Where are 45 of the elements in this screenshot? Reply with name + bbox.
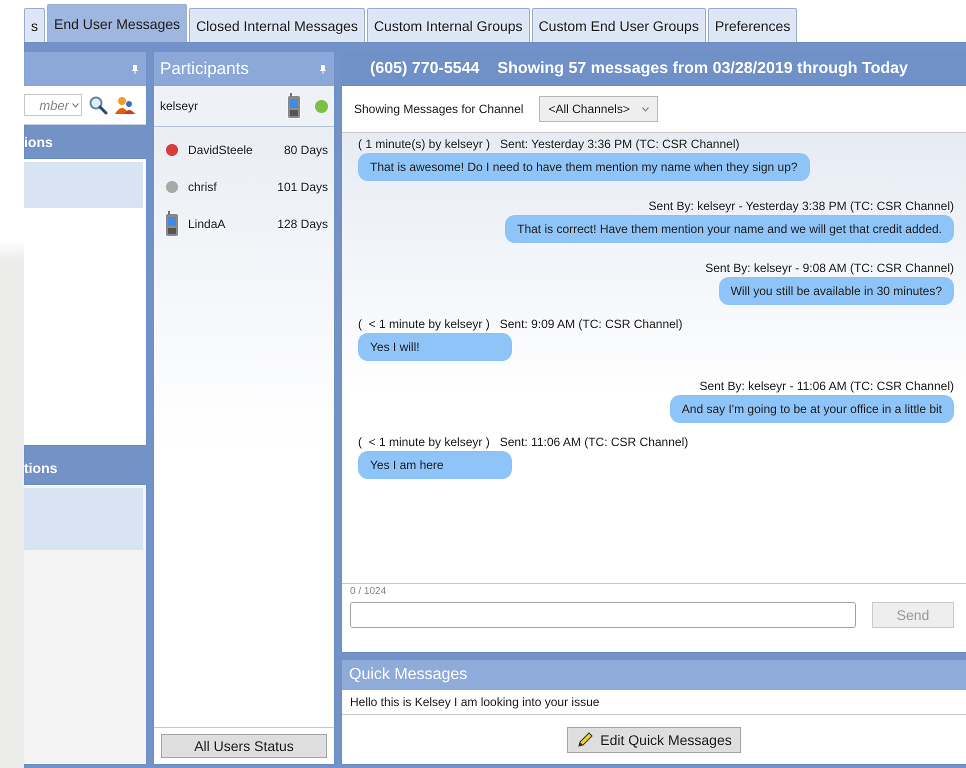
user-name: kelseyr [160, 99, 198, 113]
message-input[interactable] [350, 602, 856, 628]
phone-icon [165, 210, 179, 236]
participant-name[interactable]: DavidSteele [188, 142, 276, 156]
participant-name[interactable]: LindaA [188, 216, 270, 230]
search-icon[interactable] [88, 95, 108, 115]
participant-age: 80 Days [284, 142, 328, 156]
message-bubble: Yes I will! [358, 333, 512, 361]
participant-name[interactable]: chrisf [188, 180, 270, 194]
tab[interactable]: End User Messages [47, 4, 188, 42]
people-icon[interactable] [114, 95, 136, 115]
message-bubble: Will you still be available in 30 minutes? [718, 277, 954, 305]
phone-number: (605) 770-5544 [370, 60, 480, 78]
tab[interactable]: Custom End User Groups [532, 8, 706, 42]
pin-icon[interactable] [132, 64, 138, 74]
message-meta: ( 1 minute(s) by kelseyr ) Sent: Yesterday 3:36 PM (TC: CSR Channel) [358, 137, 740, 151]
tab[interactable]: Custom Internal Groups [366, 8, 530, 42]
message-bubble: That is awesome! Do I need to have them mention my name when they sign up? [358, 153, 810, 181]
message-bubble: And say I'm going to be at your office in a little bit [670, 395, 954, 423]
message-meta: ( < 1 minute by kelseyr ) Sent: 11:06 AM (TC: CSR Channel) [358, 435, 688, 449]
all-users-status-button[interactable]: All Users Status [161, 734, 327, 758]
channel-dropdown[interactable]: <All Channels> [539, 96, 658, 122]
participant-age: 101 Days [277, 180, 328, 194]
edit-quick-messages-button[interactable]: Edit Quick Messages [567, 726, 741, 752]
tab[interactable]: Preferences [708, 8, 798, 42]
character-counter: 0 / 1024 [350, 586, 388, 597]
quick-message[interactable]: Hello this is Kelsey I am looking into your issue [342, 690, 966, 715]
channel-label: Showing Messages for Channel [354, 102, 524, 116]
tab[interactable]: Closed Internal Messages [189, 8, 365, 42]
message-meta: Sent By: kelseyr - Yesterday 3:38 PM (TC: CSR Channel) [648, 199, 954, 213]
message-meta: Sent By: kelseyr - 9:08 AM (TC: CSR Channel) [705, 261, 954, 275]
caret-icon [72, 103, 79, 108]
tab[interactable]: s [24, 8, 45, 42]
pencil-icon [576, 730, 594, 748]
message-meta: ( < 1 minute by kelseyr ) Sent: 9:09 AM (TC: CSR Channel) [358, 317, 682, 331]
phone-icon [287, 93, 301, 119]
pin-icon[interactable] [320, 64, 326, 74]
panel-title: Participants [160, 59, 249, 79]
caret-icon [642, 106, 649, 112]
message-meta: Sent By: kelseyr - 11:06 AM (TC: CSR Channel) [699, 379, 954, 393]
message-bubble: Yes I am here [358, 451, 512, 479]
participant-age: 128 Days [277, 216, 328, 230]
message-bubble: That is correct! Have them mention your name and we will get that credit added. [505, 215, 954, 243]
message-summary: Showing 57 messages from 03/28/2019 through Today [497, 60, 908, 78]
panel-title: Quick Messages [349, 666, 468, 684]
